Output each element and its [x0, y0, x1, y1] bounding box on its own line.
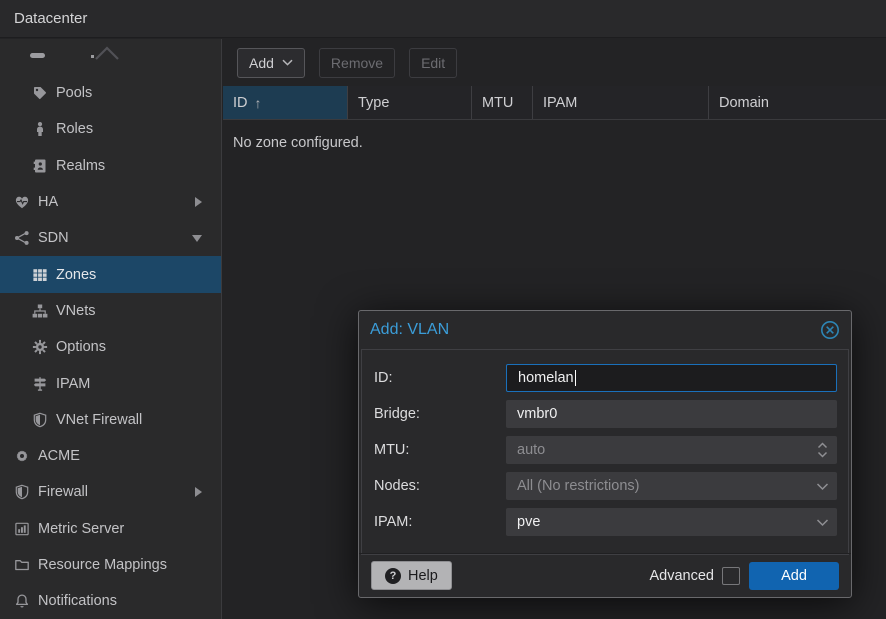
sidebar-item-options[interactable]: Options [0, 329, 221, 365]
sidebar-item-firewall[interactable]: Firewall [0, 474, 221, 510]
gear-icon [31, 339, 49, 355]
sitemap-icon [31, 303, 49, 319]
sidebar-item-metric-server[interactable]: Metric Server [0, 511, 221, 547]
id-label: ID: [374, 370, 506, 386]
help-button[interactable]: ? Help [371, 561, 452, 590]
chevron-up-icon [93, 43, 121, 63]
certificate-icon [13, 448, 31, 464]
sidebar-item-vnets[interactable]: VNets [0, 293, 221, 329]
ipam-select[interactable]: pve [506, 508, 837, 536]
sidebar-item-acme[interactable]: ACME [0, 438, 221, 474]
tag-icon [31, 85, 49, 101]
sidebar-nav: Pools Roles Realms HA SDN [0, 39, 222, 619]
shield-icon [13, 484, 31, 500]
grid-icon [31, 267, 49, 283]
folder-icon [13, 557, 31, 573]
mtu-spinner[interactable]: auto [506, 436, 837, 464]
add-button[interactable]: Add [237, 48, 305, 78]
form-row-mtu: MTU: auto [374, 436, 837, 464]
form-row-ipam: IPAM: pve [374, 508, 837, 536]
empty-grid-message: No zone configured. [233, 135, 363, 151]
sidebar-item-roles[interactable]: Roles [0, 111, 221, 147]
form-row-nodes: Nodes: All (No restrictions) [374, 472, 837, 500]
text-cursor [575, 370, 577, 386]
sidebar-item-realms[interactable]: Realms [0, 148, 221, 184]
dialog-header[interactable]: Add: VLAN [359, 311, 851, 349]
nodes-select[interactable]: All (No restrictions) [506, 472, 837, 500]
address-book-icon [31, 158, 49, 174]
advanced-checkbox[interactable] [722, 567, 740, 585]
zones-toolbar: Add Remove Edit [223, 39, 886, 86]
column-header-domain[interactable]: Domain [709, 86, 886, 119]
sidebar-scroll-indicator[interactable] [0, 39, 221, 75]
sidebar-item-pools[interactable]: Pools [0, 75, 221, 111]
dialog-title: Add: VLAN [370, 321, 820, 339]
dialog-footer: ? Help Advanced Add [359, 553, 851, 597]
top-bar: Datacenter [0, 0, 886, 38]
sidebar-item-zones[interactable]: Zones [0, 256, 221, 292]
chevron-down-icon [282, 59, 293, 66]
column-header-id[interactable]: ID ↑ [223, 86, 348, 119]
heartbeat-icon [13, 194, 31, 210]
sidebar-item-ipam[interactable]: IPAM [0, 365, 221, 401]
question-mark-icon: ? [385, 568, 401, 584]
page-title: Datacenter [14, 10, 87, 27]
spinner-up-down-icon[interactable] [816, 436, 829, 464]
user-icon [31, 121, 49, 137]
dialog-form: ID: homelan Bridge: vmbr0 MTU: auto [361, 349, 849, 555]
mtu-label: MTU: [374, 442, 506, 458]
bridge-label: Bridge: [374, 406, 506, 422]
chevron-down-icon[interactable] [816, 508, 829, 536]
clipped-item-icon [30, 53, 45, 58]
map-signs-icon [31, 376, 49, 392]
edit-button[interactable]: Edit [409, 48, 457, 78]
remove-button[interactable]: Remove [319, 48, 395, 78]
column-header-type[interactable]: Type [348, 86, 472, 119]
sidebar-item-sdn[interactable]: SDN [0, 220, 221, 256]
ipam-label: IPAM: [374, 514, 506, 530]
sidebar-item-resource-mappings[interactable]: Resource Mappings [0, 547, 221, 583]
bridge-input[interactable]: vmbr0 [506, 400, 837, 428]
zones-grid-body: No zone configured. [223, 120, 886, 151]
sidebar-item-notifications[interactable]: Notifications [0, 583, 221, 619]
footer-actions: Advanced Add [650, 562, 840, 590]
shield-icon [31, 412, 49, 428]
nodes-label: Nodes: [374, 478, 506, 494]
sidebar-item-vnet-firewall[interactable]: VNet Firewall [0, 402, 221, 438]
bar-chart-icon [13, 521, 31, 537]
add-vlan-dialog: Add: VLAN ID: homelan Bridge: vmbr0 M [358, 310, 852, 598]
chevron-down-icon[interactable] [816, 472, 829, 500]
sidebar-item-ha[interactable]: HA [0, 184, 221, 220]
add-submit-button[interactable]: Add [749, 562, 839, 590]
form-row-id: ID: homelan [374, 364, 837, 392]
column-header-ipam[interactable]: IPAM [533, 86, 709, 119]
id-input[interactable]: homelan [506, 364, 837, 392]
advanced-label: Advanced [650, 568, 715, 584]
collapse-arrow-icon[interactable] [192, 235, 202, 242]
form-row-bridge: Bridge: vmbr0 [374, 400, 837, 428]
proxmox-app: Datacenter Pools Roles Real [0, 0, 886, 619]
expand-arrow-icon[interactable] [195, 487, 202, 497]
zones-grid-header: ID ↑ Type MTU IPAM Domain [223, 86, 886, 120]
sdn-nodes-icon [13, 230, 31, 246]
column-header-mtu[interactable]: MTU [472, 86, 533, 119]
close-icon[interactable] [820, 320, 840, 340]
sort-ascending-icon: ↑ [255, 95, 262, 111]
expand-arrow-icon[interactable] [195, 197, 202, 207]
bell-icon [13, 593, 31, 609]
